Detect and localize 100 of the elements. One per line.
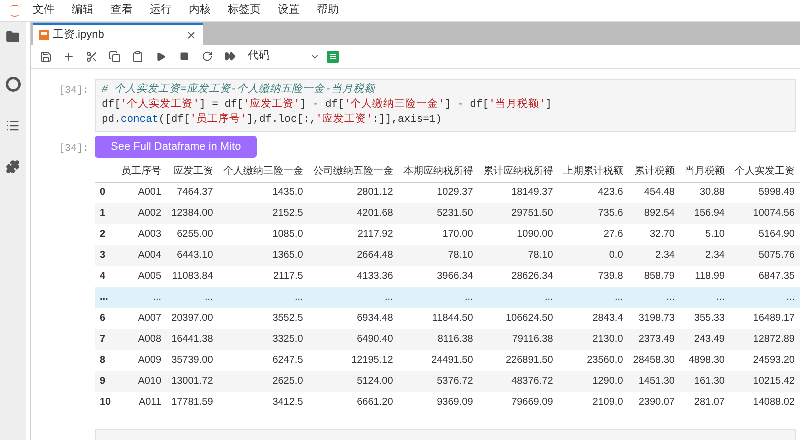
stop-icon [180, 52, 188, 61]
table-cell: 10215.42 [730, 371, 800, 392]
table-cell: 355.33 [680, 308, 730, 329]
cell-type-dropdown[interactable]: 代码 [244, 48, 324, 66]
table-cell: 24491.50 [398, 350, 478, 371]
close-icon[interactable] [186, 30, 197, 40]
menu-item[interactable]: 内核 [189, 2, 211, 19]
row-index: 10 [95, 392, 117, 413]
code-editor[interactable]: # 个人实发工资=应发工资-个人缴纳五险一金-当月税额 df['个人实发工资'] = df['应发工资'] - df['个人缴纳三险一金'] - df['当月税额'] pd.concat([df['员工序号'],df.loc[:,'应发工资':]],axis=1) [95, 79, 796, 132]
table-cell: 6255.00 [166, 224, 218, 245]
table-cell: 24593.20 [730, 350, 800, 371]
table-cell: 17781.59 [166, 392, 218, 413]
table-cell: 2801.12 [308, 182, 398, 203]
table-cell: 2130.0 [558, 329, 628, 350]
table-cell: 243.49 [680, 329, 730, 350]
table-cell: 3325.0 [218, 329, 308, 350]
row-index: 1 [95, 203, 117, 224]
table-cell: 3412.5 [218, 392, 308, 413]
folder-icon[interactable] [6, 30, 20, 44]
column-header: 累计应纳税所得 [478, 162, 558, 182]
table-cell: 10074.56 [730, 203, 800, 224]
table-cell: 1365.0 [218, 245, 308, 266]
table-cell: 1085.0 [218, 224, 308, 245]
output-prompt: [34]: [58, 142, 90, 157]
table-cell: 4898.30 [680, 350, 730, 371]
table-cell: A001 [116, 182, 167, 203]
puzzle-icon[interactable] [6, 160, 20, 174]
table-cell: 28458.30 [628, 350, 680, 371]
row-index: ... [95, 287, 117, 308]
table-cell: 226891.50 [478, 350, 558, 371]
scissors-icon [86, 50, 98, 62]
table-cell: 6490.40 [308, 329, 398, 350]
table-cell: 8116.38 [398, 329, 478, 350]
table-cell: A005 [116, 266, 167, 287]
circle-icon[interactable] [6, 77, 20, 92]
table-cell: A003 [116, 224, 167, 245]
table-cell: A009 [116, 350, 167, 371]
table-cell: 2843.4 [558, 308, 628, 329]
logo-icon [8, 2, 22, 18]
table-cell: 2.34 [628, 245, 680, 266]
table-cell: 2390.07 [628, 392, 680, 413]
table-cell: 3966.34 [398, 266, 478, 287]
table-cell: ... [116, 287, 167, 308]
menu-item[interactable]: 查看 [111, 2, 133, 19]
menu-item[interactable]: 标签页 [228, 2, 261, 19]
table-cell: 5376.72 [398, 371, 478, 392]
table-cell: 858.79 [628, 266, 680, 287]
notebook-tab[interactable]: 工资.ipynb [33, 23, 203, 45]
table-cell: 156.94 [680, 203, 730, 224]
table-cell: 6934.48 [308, 308, 398, 329]
menu-item[interactable]: 文件 [33, 2, 55, 19]
table-cell: 739.8 [558, 266, 628, 287]
table-cell: 11083.84 [166, 266, 218, 287]
menu-item[interactable]: 帮助 [317, 2, 339, 19]
row-index: 4 [95, 266, 117, 287]
table-cell: 106624.50 [478, 308, 558, 329]
menu-item[interactable]: 编辑 [72, 2, 94, 19]
table-cell: 423.6 [558, 182, 628, 203]
column-header: 个人缴纳三险一金 [218, 162, 308, 182]
table-cell: ... [308, 287, 398, 308]
table-cell: 5075.76 [730, 245, 800, 266]
input-prompt: [34]: [58, 84, 90, 99]
table-cell: 2152.5 [218, 203, 308, 224]
code-line: # 个人实发工资=应发工资-个人缴纳五险一金-当月税额 [102, 83, 378, 98]
table-cell: 29751.50 [478, 203, 558, 224]
table-cell: 5164.90 [730, 224, 800, 245]
table-cell: 30.88 [680, 182, 730, 203]
list-icon[interactable] [6, 119, 20, 133]
table-cell: 170.00 [398, 224, 478, 245]
column-header: 上期累计税额 [558, 162, 628, 182]
table-cell: 1029.37 [398, 182, 478, 203]
copy-icon [109, 50, 121, 62]
clipboard-icon [132, 50, 144, 62]
table-cell: ... [680, 287, 730, 308]
table-cell: 4133.36 [308, 266, 398, 287]
table-cell: A010 [116, 371, 167, 392]
table-cell: 11844.50 [398, 308, 478, 329]
table-cell: 12384.00 [166, 203, 218, 224]
table-cell: 27.6 [558, 224, 628, 245]
table-cell: 6661.20 [308, 392, 398, 413]
column-header: 个人实发工资 [730, 162, 800, 182]
table-cell: 4201.68 [308, 203, 398, 224]
table-cell: 892.54 [628, 203, 680, 224]
table-cell: 16489.17 [730, 308, 800, 329]
table-cell: A004 [116, 245, 167, 266]
table-cell: 118.99 [680, 266, 730, 287]
table-cell: 14088.02 [730, 392, 800, 413]
table-cell: 2117.5 [218, 266, 308, 287]
table-cell: 12872.89 [730, 329, 800, 350]
table-cell: 735.6 [558, 203, 628, 224]
table-cell: ... [478, 287, 558, 308]
table-cell: 0.0 [558, 245, 628, 266]
table-cell: 12195.12 [308, 350, 398, 371]
plus-icon [63, 50, 75, 62]
menu-item[interactable]: 运行 [150, 2, 172, 19]
table-cell: 2117.92 [308, 224, 398, 245]
column-header: 当月税额 [680, 162, 730, 182]
row-index: 6 [95, 308, 117, 329]
notebook-status-icon[interactable] [327, 50, 339, 62]
menu-item[interactable]: 设置 [278, 2, 300, 19]
